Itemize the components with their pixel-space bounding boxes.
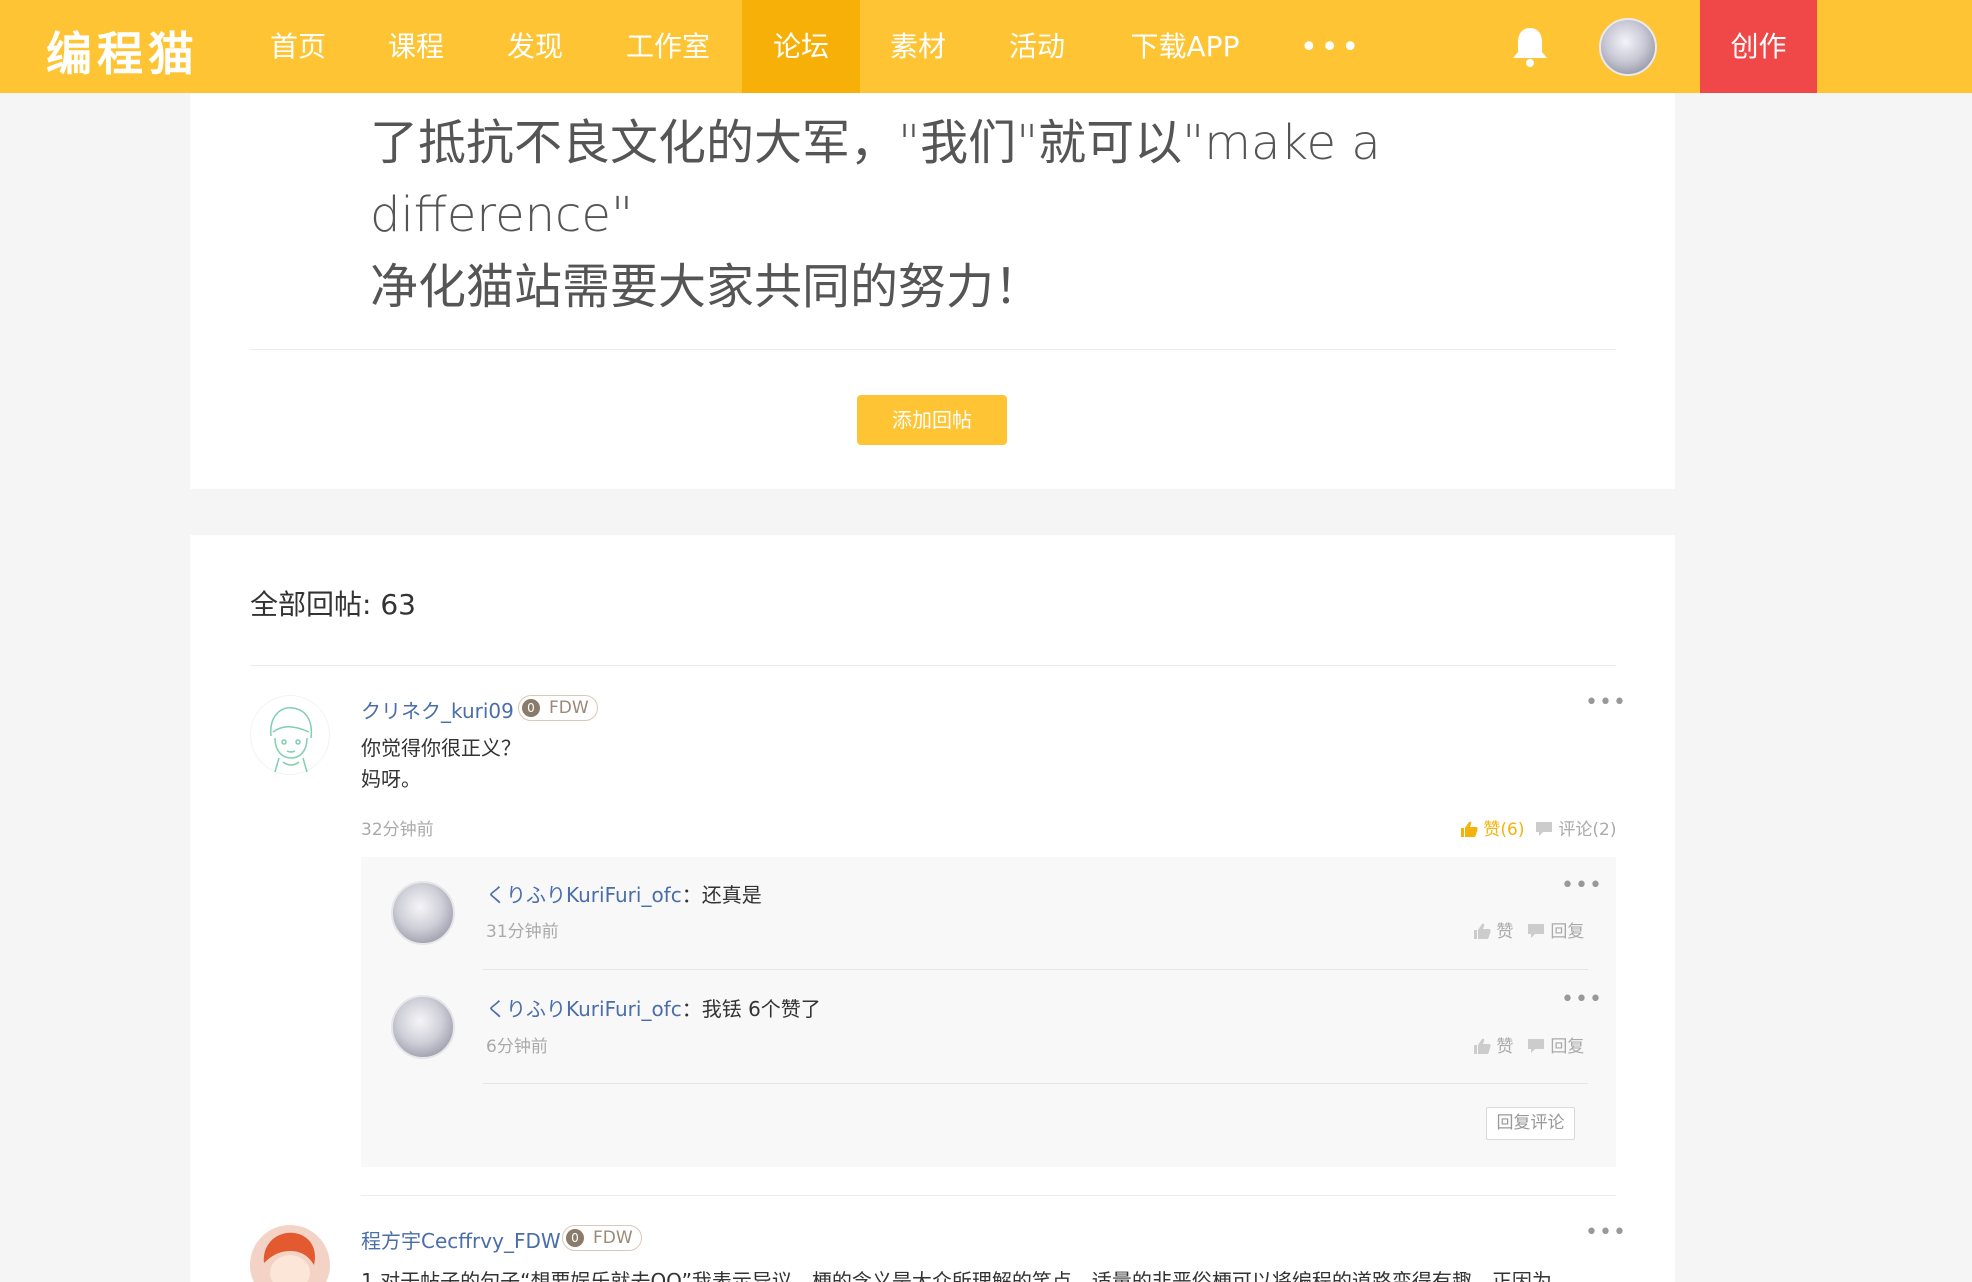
sub-reply-time: 31分钟前	[486, 922, 559, 942]
sub-replies-box: くりふりKuriFuri_ofc：还真是 ••• 31分钟前 赞 回复 くりふり…	[361, 857, 1616, 1167]
divider	[250, 665, 1616, 666]
reply-content-line: 妈呀。	[361, 767, 421, 791]
nav-courses[interactable]: 课程	[380, 0, 452, 93]
comment-icon	[1528, 924, 1544, 938]
like-button[interactable]: 赞(6)	[1460, 815, 1525, 840]
divider	[250, 349, 1616, 350]
like-button[interactable]: 赞	[1473, 1032, 1513, 1057]
divider	[483, 1083, 1588, 1084]
replies-count-title: 全部回帖: 63	[250, 588, 416, 621]
add-reply-button[interactable]: 添加回帖	[857, 395, 1007, 445]
comment-icon	[1528, 1039, 1544, 1053]
divider	[361, 1195, 1616, 1196]
badge-label: FDW	[549, 698, 589, 718]
more-options-icon[interactable]: •••	[1585, 690, 1627, 715]
nav-discover[interactable]: 发现	[499, 0, 571, 93]
top-nav: 编程猫 首页 课程 发现 工作室 论坛 素材 活动 下载APP ••• 创作	[0, 0, 1972, 93]
thumbs-up-icon	[1474, 1038, 1491, 1054]
create-button[interactable]: 创作	[1700, 0, 1817, 93]
bell-icon[interactable]	[1510, 24, 1550, 68]
more-options-icon[interactable]: •••	[1561, 873, 1603, 898]
nav-forum[interactable]: 论坛	[742, 0, 860, 93]
like-button[interactable]: 赞	[1473, 917, 1513, 942]
more-options-icon[interactable]: •••	[1585, 1220, 1627, 1245]
sub-reply-avatar[interactable]	[391, 881, 455, 945]
nav-studio[interactable]: 工作室	[618, 0, 718, 93]
replies-card: 全部回帖: 63 クリネク_kuri09 0 FDW ••• 你觉得你很正义？ …	[190, 535, 1675, 1282]
more-menu-icon[interactable]: •••	[1300, 30, 1362, 65]
nav-materials[interactable]: 素材	[882, 0, 954, 93]
user-avatar[interactable]	[1599, 18, 1657, 76]
nav-events[interactable]: 活动	[1001, 0, 1073, 93]
level-badge: 0 FDW	[518, 695, 598, 721]
badge-label: FDW	[593, 1228, 633, 1248]
post-body: 了抵抗不良文化的大军，"我们"就可以"make a difference" 净化…	[370, 107, 1390, 323]
post-line: 净化猫站需要大家共同的努力！	[370, 259, 1043, 315]
reply-content: 1.对于帖子的句子“想要娱乐就去QQ”我表示异议，梗的含义是大众所理解的笑点，适…	[361, 1269, 1552, 1282]
reply-content: 你觉得你很正义？ 妈呀。	[361, 733, 521, 795]
site-logo[interactable]: 编程猫	[46, 18, 199, 84]
comment-icon	[1536, 822, 1552, 836]
level-number: 0	[522, 699, 540, 717]
thumbs-up-icon	[1461, 821, 1478, 837]
reply-button[interactable]: 回复	[1527, 1032, 1584, 1057]
sub-reply-time: 6分钟前	[486, 1037, 548, 1057]
like-count: 赞(6)	[1483, 820, 1525, 840]
sub-reply-text: くりふりKuriFuri_ofc：我铥 6个赞了	[486, 997, 821, 1021]
nav-home[interactable]: 首页	[262, 0, 334, 93]
comment-button[interactable]: 评论(2)	[1535, 815, 1617, 840]
reply-username[interactable]: クリネク_kuri09	[361, 695, 514, 724]
reply-content-line: 你觉得你很正义？	[361, 736, 521, 760]
sub-reply-content: 还真是	[701, 883, 762, 907]
nav-download-app[interactable]: 下载APP	[1120, 0, 1250, 93]
thumbs-up-icon	[1474, 923, 1491, 939]
level-badge: 0 FDW	[562, 1225, 642, 1251]
more-options-icon[interactable]: •••	[1561, 987, 1603, 1012]
sub-reply-text: くりふりKuriFuri_ofc：还真是	[486, 883, 762, 907]
reply-time: 32分钟前	[361, 820, 434, 840]
sub-reply-content: 我铥 6个赞了	[701, 997, 821, 1021]
sub-reply-avatar[interactable]	[391, 995, 455, 1059]
reply-button[interactable]: 回复	[1527, 917, 1584, 942]
reply-avatar[interactable]	[250, 695, 330, 775]
divider	[483, 969, 1588, 970]
reply-username[interactable]: 程方宇Cecffrvy_FDW	[361, 1225, 561, 1254]
sub-reply-username[interactable]: くりふりKuriFuri_ofc	[486, 883, 682, 907]
level-number: 0	[566, 1229, 584, 1247]
post-card: 了抵抗不良文化的大军，"我们"就可以"make a difference" 净化…	[190, 93, 1675, 489]
reply-avatar[interactable]	[250, 1225, 330, 1282]
comment-count: 评论(2)	[1558, 820, 1617, 840]
reply-comment-button[interactable]: 回复评论	[1486, 1107, 1575, 1140]
post-line: difference"	[370, 187, 634, 243]
sub-reply-username[interactable]: くりふりKuriFuri_ofc	[486, 997, 682, 1021]
post-line: 了抵抗不良文化的大军，"我们"就可以"make a	[370, 115, 1381, 171]
